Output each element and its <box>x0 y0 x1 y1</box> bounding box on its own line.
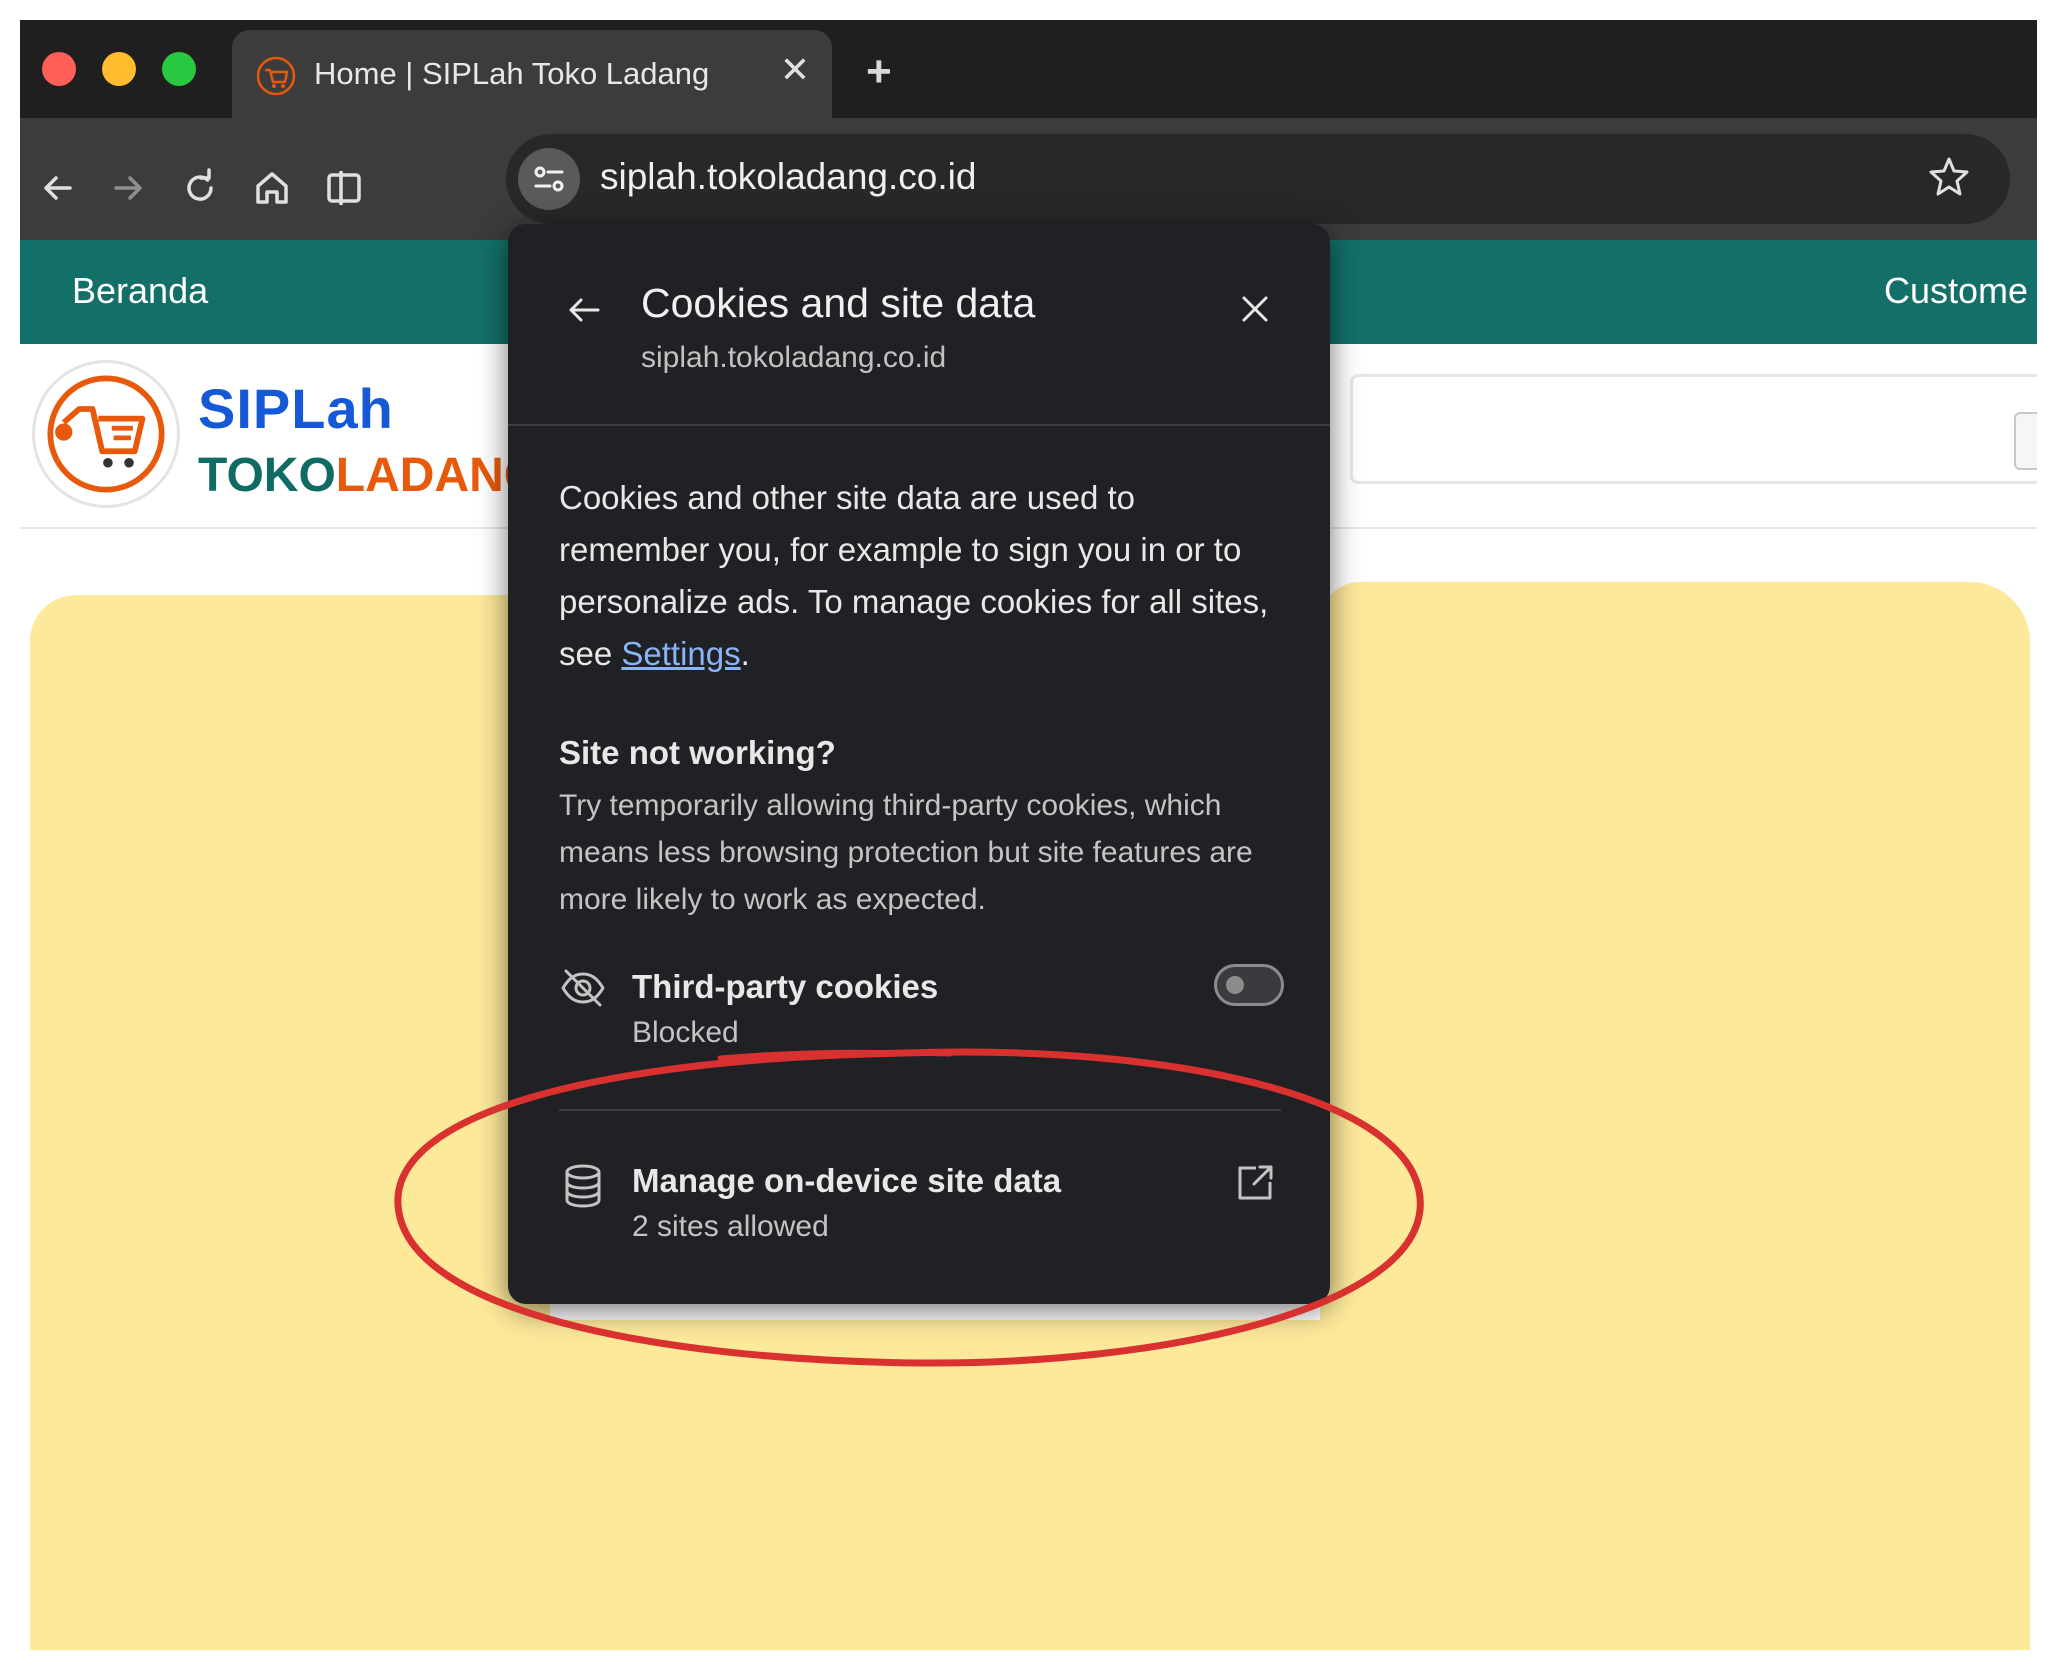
logo-text-tokoladang: TOKOLADANG <box>198 448 541 503</box>
open-external-icon[interactable] <box>1234 1162 1276 1204</box>
search-button[interactable] <box>2014 412 2037 470</box>
logo-text-toko: TOKO <box>198 449 336 502</box>
redaction-overlay-bottom <box>30 1320 2030 1650</box>
tab-home[interactable]: Home | SIPLah Toko Ladang ✕ <box>232 30 832 118</box>
manage-site-data-link[interactable]: Manage on-device site data <box>632 1162 1061 1200</box>
cookies-description: Cookies and other site data are used to … <box>559 472 1289 680</box>
third-party-cookies-toggle[interactable] <box>1214 964 1284 1006</box>
back-icon[interactable] <box>36 166 80 210</box>
tab-close-icon[interactable]: ✕ <box>780 52 810 88</box>
site-not-working-heading: Site not working? <box>559 734 836 771</box>
manage-site-data-status: 2 sites allowed <box>632 1210 829 1243</box>
close-icon[interactable] <box>1236 290 1274 328</box>
divider <box>508 424 1330 426</box>
address-bar[interactable]: siplah.tokoladang.co.id <box>506 134 2010 224</box>
back-arrow-icon[interactable] <box>564 290 604 330</box>
description-period: . <box>740 635 750 672</box>
home-icon[interactable] <box>250 166 294 210</box>
minimize-window-button[interactable] <box>102 52 136 86</box>
database-icon <box>565 1164 601 1208</box>
settings-link[interactable]: Settings <box>621 635 740 672</box>
divider <box>559 1109 1281 1111</box>
third-party-cookies-status: Blocked <box>632 1016 739 1049</box>
nav-beranda-link[interactable]: Beranda <box>72 270 208 312</box>
siplah-favicon-icon <box>256 56 296 96</box>
logo-text-siplah: SIPLah <box>198 377 394 440</box>
third-party-cookies-label: Third-party cookies <box>632 968 939 1005</box>
shopping-cart-icon <box>47 375 165 493</box>
toggle-knob <box>1226 976 1244 994</box>
url-text[interactable]: siplah.tokoladang.co.id <box>600 156 976 198</box>
reload-icon[interactable] <box>178 166 222 210</box>
tune-icon <box>534 166 564 192</box>
site-info-button[interactable] <box>518 148 580 210</box>
eye-off-icon <box>561 969 605 1007</box>
site-not-working-text: Try temporarily allowing third-party coo… <box>559 789 1253 916</box>
side-panel-icon[interactable] <box>322 166 366 210</box>
bookmark-star-icon[interactable] <box>1926 154 1972 200</box>
tab-strip: Home | SIPLah Toko Ladang ✕ + <box>20 20 2037 118</box>
forward-icon[interactable] <box>106 166 150 210</box>
search-input[interactable] <box>1350 374 2037 484</box>
close-window-button[interactable] <box>42 52 76 86</box>
popup-site: siplah.tokoladang.co.id <box>641 341 947 374</box>
cookies-site-data-popup: Cookies and site data siplah.tokoladang.… <box>508 224 1330 1304</box>
nav-customer-link[interactable]: Custome <box>1884 270 2028 312</box>
tab-title: Home | SIPLah Toko Ladang <box>314 56 710 91</box>
zoom-window-button[interactable] <box>162 52 196 86</box>
new-tab-button[interactable]: + <box>866 50 892 94</box>
popup-title: Cookies and site data <box>641 280 1036 326</box>
siplah-logo-icon[interactable] <box>32 360 180 508</box>
